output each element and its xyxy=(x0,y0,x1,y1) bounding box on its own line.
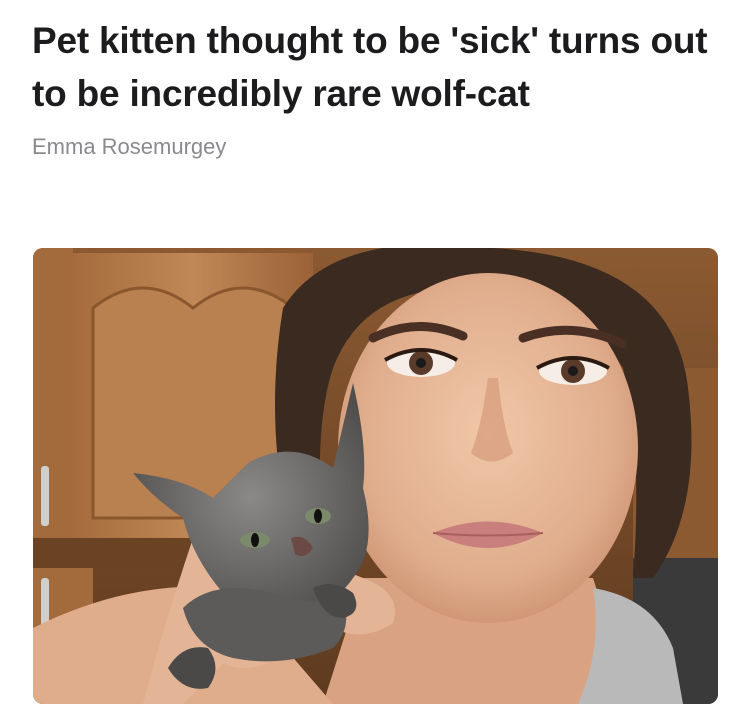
article-photo[interactable] xyxy=(33,248,718,704)
cabinet-handle xyxy=(41,466,49,526)
photo-illustration xyxy=(33,248,718,704)
cabinet-left-edge xyxy=(33,248,73,578)
article-header: Pet kitten thought to be 'sick' turns ou… xyxy=(32,0,722,160)
article-headline[interactable]: Pet kitten thought to be 'sick' turns ou… xyxy=(32,0,722,120)
author-byline[interactable]: Emma Rosemurgey xyxy=(32,134,722,160)
